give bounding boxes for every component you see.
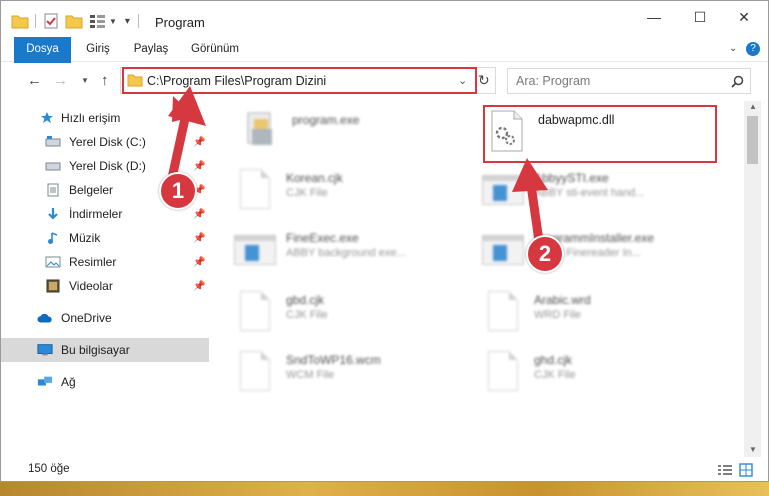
- sidebar-item-quick-access[interactable]: Hızlı erişim: [1, 106, 209, 130]
- pin-icon[interactable]: 📌: [193, 137, 205, 148]
- navigation-pane: Hızlı erişim Yerel Disk (C:) 📌 Yerel Dis…: [1, 101, 209, 457]
- sidebar-item-onedrive[interactable]: OneDrive: [1, 306, 209, 330]
- file-item-ghd-cjk[interactable]: ghd.cjk CJK File: [482, 347, 722, 397]
- sidebar-item-network[interactable]: Ağ: [1, 370, 209, 394]
- dll-file-highlight: [483, 105, 717, 163]
- scroll-up-icon[interactable]: ▲: [749, 102, 757, 111]
- sidebar-item-pictures[interactable]: Resimler 📌: [1, 250, 209, 274]
- expand-ribbon-icon[interactable]: ⌄: [729, 43, 737, 54]
- title-bar: ▼ ▾ Program — ☐ ✕: [1, 1, 768, 37]
- application-icon: [234, 227, 276, 271]
- back-button[interactable]: ←: [27, 72, 42, 89]
- maximize-button[interactable]: ☐: [677, 1, 723, 33]
- search-placeholder: Ara: Program: [516, 74, 591, 88]
- item-count: 150 öğe: [28, 463, 70, 475]
- file-item-korean-cjk[interactable]: Korean.cjk CJK File: [234, 165, 474, 215]
- view-options-icon[interactable]: [89, 13, 107, 29]
- file-item-gbd-cjk[interactable]: gbd.cjk CJK File: [234, 287, 474, 337]
- properties-icon[interactable]: [43, 13, 59, 29]
- document-icon: [234, 349, 276, 393]
- file-item-program-exe[interactable]: program.exe: [240, 107, 480, 157]
- desktop-background: [0, 482, 769, 496]
- pictures-icon: [45, 254, 61, 270]
- music-icon: [45, 230, 61, 246]
- up-button[interactable]: ↑: [101, 72, 109, 89]
- video-icon: [45, 278, 61, 294]
- document-icon: [482, 349, 524, 393]
- sidebar-item-this-pc[interactable]: Bu bilgisayar: [1, 338, 209, 362]
- drive-icon: [45, 134, 61, 150]
- file-item-programminstaller-exe[interactable]: ProgrammInstaller.exe ABBY Finereader In…: [482, 225, 722, 275]
- pin-icon[interactable]: 📌: [193, 209, 205, 220]
- search-icon[interactable]: [731, 75, 744, 88]
- recent-locations-icon[interactable]: ▼: [81, 76, 89, 85]
- documents-icon: [45, 182, 61, 198]
- installer-icon: [240, 109, 282, 153]
- application-icon: [482, 227, 524, 271]
- star-icon: [39, 110, 55, 126]
- pin-icon[interactable]: 📌: [193, 257, 205, 268]
- document-icon: [234, 167, 276, 211]
- file-item-arabic-wrd[interactable]: Arabic.wrd WRD File: [482, 287, 722, 337]
- step-callout-1: 1: [159, 172, 197, 210]
- download-icon: [45, 206, 61, 222]
- tab-paylas[interactable]: Paylaş: [129, 37, 173, 62]
- chevron-down-icon[interactable]: ▼: [109, 17, 117, 26]
- document-icon: [234, 289, 276, 333]
- window-title: Program: [155, 15, 205, 30]
- sidebar-item-music[interactable]: Müzik 📌: [1, 226, 209, 250]
- pin-icon[interactable]: 📌: [193, 161, 205, 172]
- sidebar-item-local-disk-c[interactable]: Yerel Disk (C:) 📌: [1, 130, 209, 154]
- application-icon: [482, 167, 524, 211]
- computer-icon: [37, 342, 53, 358]
- pin-icon[interactable]: 📌: [193, 281, 205, 292]
- document-icon: [482, 289, 524, 333]
- step-callout-2: 2: [526, 235, 564, 273]
- status-bar: [1, 457, 768, 481]
- customize-toolbar-icon[interactable]: ▾: [125, 16, 130, 27]
- cloud-icon: [37, 310, 53, 326]
- network-icon: [37, 374, 53, 390]
- folder-icon[interactable]: [11, 13, 29, 29]
- scrollbar-thumb[interactable]: [747, 116, 758, 164]
- explorer-window: ▼ ▾ Program — ☐ ✕ Dosya Giriş Paylaş Gör…: [0, 0, 769, 482]
- drive-icon: [45, 158, 61, 174]
- tab-giris[interactable]: Giriş: [79, 37, 117, 62]
- large-icons-view-icon[interactable]: [739, 463, 753, 477]
- pin-icon[interactable]: 📌: [193, 233, 205, 244]
- file-item-abbyysti-exe[interactable]: AbbyySTI.exe ABBY sti-event hand...: [482, 165, 722, 215]
- help-button[interactable]: ?: [746, 42, 760, 56]
- tab-gorunum[interactable]: Görünüm: [187, 37, 243, 62]
- forward-button[interactable]: →: [53, 72, 68, 89]
- minimize-button[interactable]: —: [631, 1, 677, 33]
- sidebar-item-videos[interactable]: Videolar 📌: [1, 274, 209, 298]
- file-item-sndtowp16-wcm[interactable]: SndToWP16.wcm WCM File: [234, 347, 474, 397]
- refresh-icon[interactable]: ↻: [478, 72, 490, 89]
- ribbon: Dosya Giriş Paylaş Görünüm ⌄ ?: [1, 37, 768, 87]
- new-folder-icon[interactable]: [65, 13, 83, 29]
- quick-access-toolbar: ▼ ▾: [11, 12, 139, 30]
- address-bar-highlight: [122, 67, 477, 94]
- file-item-fineexec-exe[interactable]: FineExec.exe ABBY background exe...: [234, 225, 474, 275]
- details-view-icon[interactable]: [717, 464, 733, 476]
- close-button[interactable]: ✕: [721, 1, 767, 33]
- scroll-down-icon[interactable]: ▼: [749, 445, 757, 454]
